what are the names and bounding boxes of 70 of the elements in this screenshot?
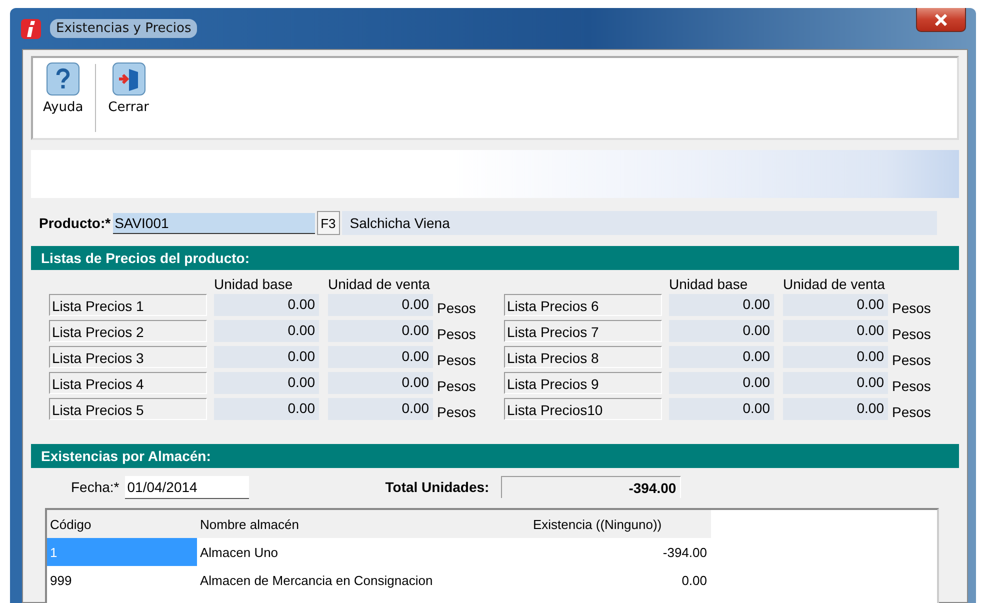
base-price-field: 0.00 (214, 294, 319, 316)
date-label: Fecha:* (71, 479, 120, 495)
help-button[interactable]: Ayuda (39, 62, 88, 134)
base-price-field: 0.00 (669, 320, 774, 342)
currency-label: Pesos (437, 404, 476, 420)
total-field: -394.00 (501, 476, 682, 498)
help-icon[interactable] (46, 62, 80, 96)
base-price-field: 0.00 (669, 372, 774, 394)
currency-label: Pesos (892, 378, 931, 394)
sale-price-field: 0.00 (328, 346, 433, 368)
product-label: Producto:* (39, 215, 111, 231)
base-price-field: 0.00 (669, 294, 774, 316)
price-list-name: Lista Precios 6 (504, 294, 662, 316)
price-list-name: Lista Precios 8 (504, 346, 662, 368)
currency-label: Pesos (437, 300, 476, 316)
currency-label: Pesos (892, 300, 931, 316)
close-button[interactable] (916, 8, 966, 32)
column-header: Unidad base (214, 276, 294, 292)
price-list-name: Lista Precios 1 (49, 294, 207, 316)
price-list-name: Lista Precios 2 (49, 320, 207, 342)
price-list-name: Lista Precios 5 (49, 398, 207, 420)
sale-price-field: 0.00 (328, 398, 433, 420)
exit-door-icon[interactable] (112, 62, 146, 96)
column-header[interactable]: Nombre almacén (197, 510, 527, 538)
section-header: Existencias por Almacén: (31, 444, 959, 468)
product-code-field[interactable]: SAVI001 (112, 212, 315, 234)
base-price-field: 0.00 (214, 398, 319, 420)
base-price-field: 0.00 (669, 346, 774, 368)
price-list-name: Lista Precios 7 (504, 320, 662, 342)
column-header: Unidad de venta (783, 276, 886, 292)
column-header: Unidad base (669, 276, 749, 292)
currency-label: Pesos (437, 378, 476, 394)
price-list-name: Lista Precios 9 (504, 372, 662, 394)
base-price-field: 0.00 (214, 320, 319, 342)
sale-price-field: 0.00 (328, 294, 433, 316)
table-cell[interactable]: 999 (47, 566, 197, 594)
sale-price-field: 0.00 (783, 398, 888, 420)
column-header[interactable]: Código (47, 510, 197, 538)
sale-price-field: 0.00 (783, 346, 888, 368)
price-list-name: Lista Precios 4 (49, 372, 207, 394)
close-icon[interactable] (934, 14, 948, 26)
base-price-field: 0.00 (214, 346, 319, 368)
total-label: Total Unidades: (385, 479, 490, 495)
currency-label: Pesos (437, 326, 476, 342)
table-cell-text: Almacen de Mercancia en Consignacion (199, 572, 434, 590)
sale-price-field: 0.00 (783, 294, 888, 316)
currency-label: Pesos (437, 352, 476, 368)
table-cell-text: 0.00 (680, 572, 708, 590)
table-cell-text: -394.00 (662, 544, 708, 562)
section-header: Listas de Precios del producto: (31, 246, 959, 270)
base-price-field: 0.00 (214, 372, 319, 394)
price-list-name: Lista Precios10 (504, 398, 662, 420)
window-title: Existencias y Precios (50, 19, 198, 38)
sale-price-field: 0.00 (328, 320, 433, 342)
product-description: Salchicha Viena (342, 211, 937, 235)
lookup-button[interactable]: F3 (316, 211, 340, 235)
close-window-button[interactable]: Cerrar (104, 62, 154, 134)
column-header: Unidad de venta (328, 276, 431, 292)
date-field[interactable]: 01/04/2014 (125, 476, 250, 498)
base-price-field: 0.00 (669, 398, 774, 420)
currency-label: Pesos (892, 404, 931, 420)
currency-label: Pesos (892, 326, 931, 342)
sale-price-field: 0.00 (783, 372, 888, 394)
currency-label: Pesos (892, 352, 931, 368)
column-header[interactable]: Existencia ((Ninguno)) (527, 510, 711, 538)
price-list-name: Lista Precios 3 (49, 346, 207, 368)
app-logo-icon (20, 18, 42, 40)
sale-price-field: 0.00 (328, 372, 433, 394)
table-cell-text: Almacen Uno (199, 544, 280, 562)
sale-price-field: 0.00 (783, 320, 888, 342)
